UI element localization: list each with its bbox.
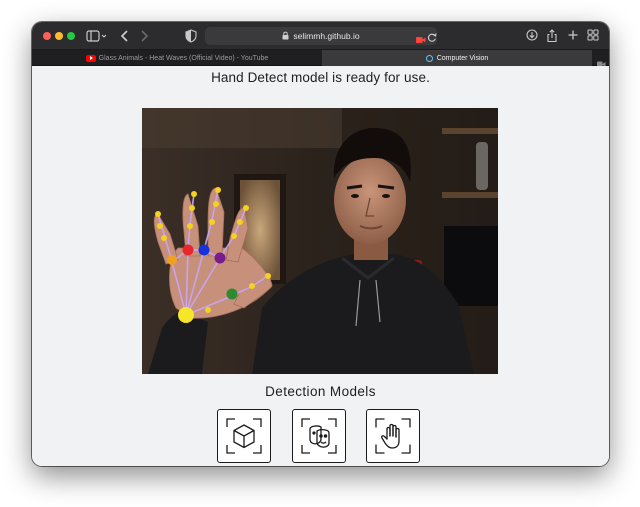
reload-icon[interactable] <box>427 30 437 48</box>
browser-toolbar: selimmh.github.io <box>32 22 609 50</box>
close-window-button[interactable] <box>43 32 51 40</box>
tab-overview-icon[interactable] <box>587 29 599 41</box>
detection-models-heading: Detection Models <box>265 384 376 399</box>
share-icon[interactable] <box>546 29 558 43</box>
zoom-window-button[interactable] <box>67 32 75 40</box>
object-detection-button[interactable] <box>217 409 271 463</box>
address-text: selimmh.github.io <box>293 31 360 41</box>
address-bar[interactable]: selimmh.github.io <box>205 27 437 45</box>
page-content: Hand Detect model is ready for use. Dete… <box>32 66 609 466</box>
back-icon[interactable] <box>120 29 130 43</box>
face-detection-button[interactable] <box>292 409 346 463</box>
computer-vision-icon <box>425 54 433 62</box>
webcam-feed <box>142 108 498 374</box>
face-mask-scan-icon <box>301 418 337 454</box>
sidebar-toggle-icon[interactable] <box>86 29 108 43</box>
youtube-icon <box>85 54 96 62</box>
tab-computer-vision[interactable]: Computer Vision <box>322 50 592 66</box>
tab-youtube[interactable]: Glass Animals - Heat Waves (Official Vid… <box>32 50 322 66</box>
model-status-text: Hand Detect model is ready for use. <box>211 70 430 85</box>
cube-scan-icon <box>226 418 262 454</box>
tab-title: Computer Vision <box>436 54 489 62</box>
lock-icon <box>282 31 289 42</box>
new-tab-icon[interactable] <box>567 29 579 41</box>
browser-window: selimmh.github.io Glass Animals - Heat W… <box>32 22 609 466</box>
privacy-shield-icon[interactable] <box>185 29 197 43</box>
hand-scan-icon <box>375 418 411 454</box>
downloads-icon[interactable] <box>526 29 538 41</box>
tab-title: Glass Animals - Heat Waves (Official Vid… <box>98 54 269 62</box>
forward-icon[interactable] <box>139 29 149 43</box>
hand-detection-button[interactable] <box>366 409 420 463</box>
camera-in-use-icon[interactable] <box>416 31 426 49</box>
tab-bar: Glass Animals - Heat Waves (Official Vid… <box>32 50 609 66</box>
minimize-window-button[interactable] <box>55 32 63 40</box>
